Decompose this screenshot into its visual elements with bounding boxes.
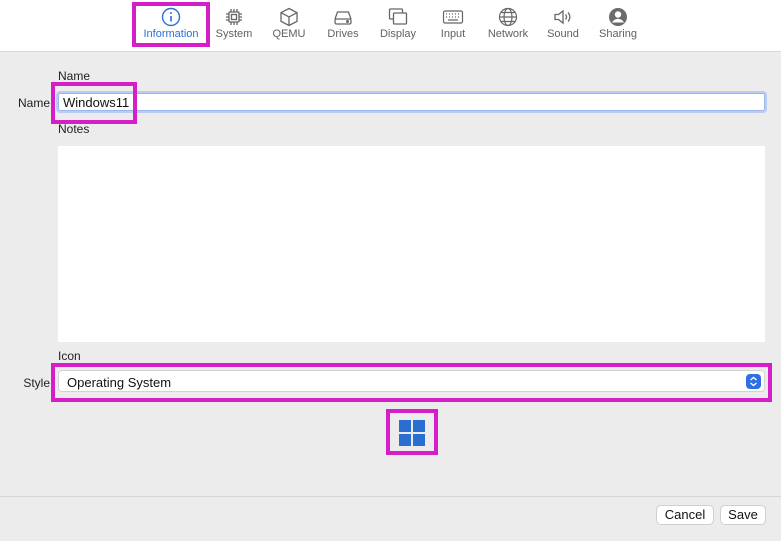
tab-input[interactable]: Input (428, 0, 478, 46)
person-icon (607, 6, 629, 28)
name-input[interactable] (56, 91, 767, 113)
icon-heading: Icon (58, 349, 81, 363)
save-button[interactable]: Save (720, 505, 766, 525)
speaker-icon (552, 6, 574, 28)
tab-system[interactable]: System (209, 0, 259, 46)
tab-information-label: Information (143, 28, 199, 40)
tab-network-label: Network (487, 28, 529, 40)
tab-sharing-label: Sharing (599, 28, 637, 40)
tab-information[interactable]: Information (136, 0, 206, 46)
style-select[interactable]: Operating System (58, 370, 765, 392)
info-circle-icon (160, 6, 182, 28)
tab-drives[interactable]: Drives (318, 0, 368, 46)
tab-display[interactable]: Display (373, 0, 423, 46)
settings-toolbar: Information System QEMU Drives Display I… (0, 0, 781, 52)
cpu-chip-icon (223, 6, 245, 28)
chevron-up-down-icon[interactable] (746, 374, 761, 389)
keyboard-icon (442, 6, 464, 28)
tab-system-label: System (215, 28, 253, 40)
style-select-value: Operating System (67, 375, 172, 390)
windows-logo-icon[interactable] (398, 419, 426, 447)
tab-qemu-label: QEMU (272, 28, 306, 40)
notes-textarea[interactable] (58, 146, 765, 342)
style-label: Style (23, 376, 50, 390)
cube-icon (278, 6, 300, 28)
name-heading: Name (58, 69, 91, 83)
tab-network[interactable]: Network (482, 0, 534, 46)
tab-sharing[interactable]: Sharing (593, 0, 643, 46)
cancel-button[interactable]: Cancel (656, 505, 714, 525)
tab-drives-label: Drives (327, 28, 359, 40)
display-icon (387, 6, 409, 28)
tab-sound-label: Sound (547, 28, 579, 40)
globe-icon (497, 6, 519, 28)
name-field-label: Name (17, 96, 50, 110)
tab-display-label: Display (379, 28, 417, 40)
tab-qemu[interactable]: QEMU (264, 0, 314, 46)
notes-heading: Notes (58, 122, 90, 136)
drive-icon (332, 6, 354, 28)
tab-input-label: Input (440, 28, 466, 40)
tab-sound[interactable]: Sound (538, 0, 588, 46)
